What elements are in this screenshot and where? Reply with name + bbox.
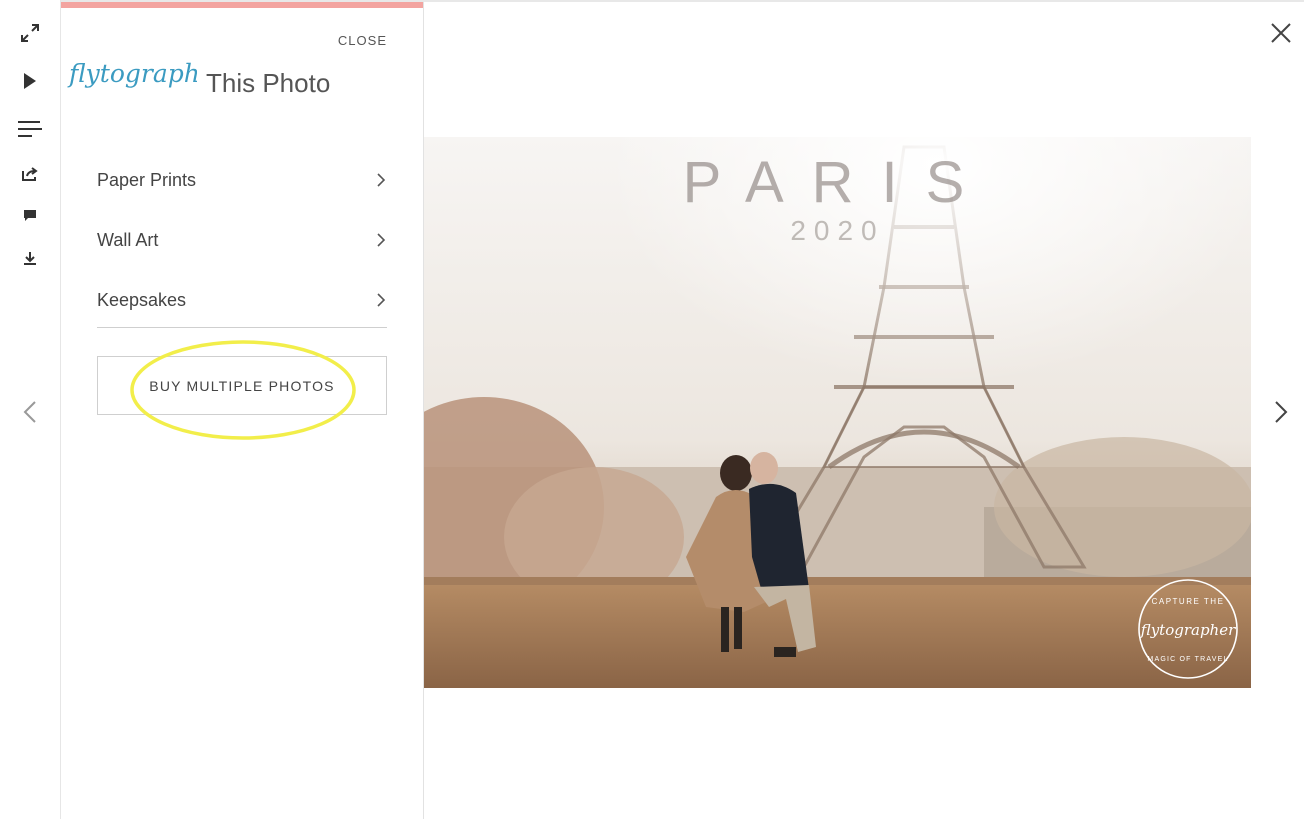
previous-photo-button[interactable] — [18, 399, 42, 425]
menu-item-paper-prints[interactable]: Paper Prints — [97, 150, 387, 210]
menu-item-keepsakes[interactable]: Keepsakes — [97, 270, 387, 330]
purchase-menu: Paper Prints Wall Art Keepsakes — [97, 150, 387, 328]
chevron-left-icon — [23, 401, 36, 423]
download-button[interactable] — [15, 243, 45, 273]
close-panel-button[interactable]: CLOSE — [338, 33, 387, 48]
photo-overlay-year: 2020 — [790, 215, 885, 246]
menu-item-label: Keepsakes — [97, 289, 187, 310]
comments-button[interactable] — [15, 201, 45, 231]
chevron-right-icon — [377, 233, 386, 247]
next-photo-button[interactable] — [1269, 399, 1293, 425]
share-button[interactable] — [15, 159, 45, 189]
flytographer-logo: flytographer — [67, 59, 197, 88]
fullscreen-button[interactable] — [15, 18, 45, 48]
play-icon — [24, 73, 36, 89]
close-viewer-button[interactable] — [1268, 20, 1294, 46]
panel-title: This Photo — [206, 68, 331, 98]
svg-text:flytographer: flytographer — [1140, 621, 1236, 639]
viewer-toolbar — [0, 0, 60, 819]
menu-item-label: Wall Art — [97, 229, 159, 250]
share-icon — [22, 167, 38, 181]
slideshow-play-button[interactable] — [15, 66, 45, 96]
panel-accent-bar — [61, 2, 423, 8]
download-icon — [24, 252, 36, 265]
photo-overlay-title: PARIS — [682, 150, 993, 215]
comment-icon — [24, 210, 36, 221]
svg-text:flytographer: flytographer — [67, 59, 197, 88]
flytographer-watermark-stamp: CAPTURE THE flytographer MAGIC OF TRAVEL — [1138, 579, 1238, 679]
info-menu-button[interactable] — [15, 114, 45, 144]
chevron-right-icon — [377, 173, 386, 187]
buy-multiple-photos-button[interactable]: BUY MULTIPLE PHOTOS — [97, 356, 387, 415]
svg-text:MAGIC OF TRAVEL: MAGIC OF TRAVEL — [1147, 656, 1228, 663]
chevron-right-icon — [377, 293, 386, 307]
chevron-right-icon — [1275, 401, 1288, 423]
main-photo: PARIS 2020 CAPTURE THE flytographer MAGI… — [424, 137, 1251, 688]
menu-icon — [18, 121, 42, 137]
fullscreen-icon — [21, 24, 39, 42]
svg-text:CAPTURE THE: CAPTURE THE — [1152, 597, 1225, 606]
menu-item-label: Paper Prints — [97, 169, 197, 190]
buy-panel: CLOSE flytographer This Photo Paper Prin… — [61, 2, 424, 819]
close-icon — [1271, 23, 1291, 43]
menu-item-wall-art[interactable]: Wall Art — [97, 210, 387, 270]
